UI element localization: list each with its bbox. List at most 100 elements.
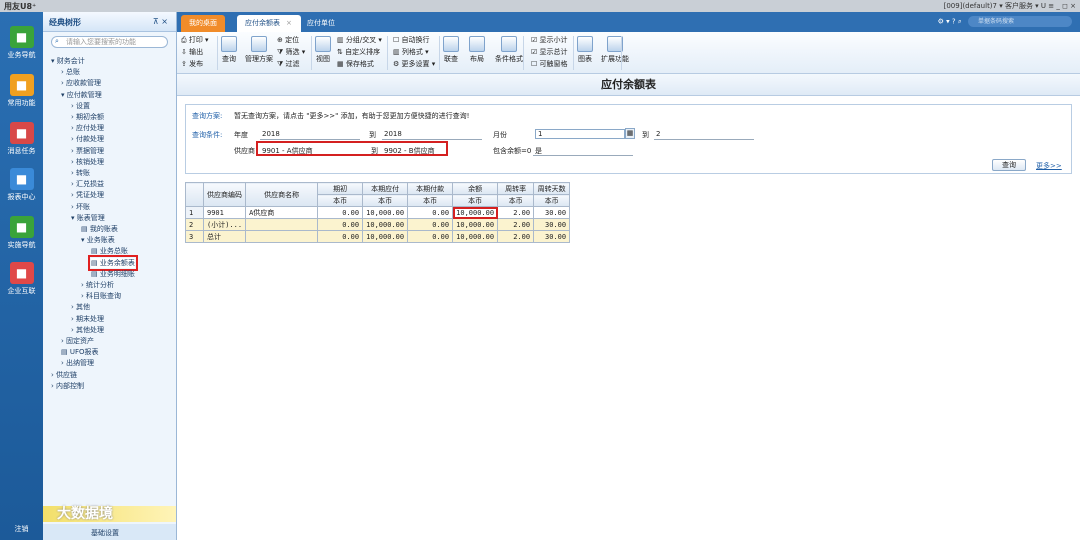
ribbon-small-button[interactable]: ▥ 列格式 ▾ [393,47,429,57]
ribbon-big-button[interactable]: 联查 [443,36,459,64]
more-link[interactable]: 更多>> [1036,161,1062,171]
cell-payable[interactable]: 10,000.00 [362,230,409,243]
nav-item[interactable]: ■ 常用功能 [3,74,40,108]
col-header-rate[interactable]: 周转率 [497,182,535,195]
ribbon-big-button[interactable]: 布局 [469,36,485,64]
cell-name[interactable] [245,230,319,243]
col-header-days[interactable]: 周转天数 [533,182,571,195]
nav-item[interactable]: ■ 企业互联 [3,262,40,296]
window-controls[interactable]: [009](default)7 ▾ 客户服务 ▾ U ≡ _ ◻ × [944,1,1076,11]
ribbon-big-button[interactable]: 图表 [577,36,593,64]
tree-node[interactable]: ▤ 业务总账 [91,246,128,256]
table-row[interactable]: 2 (小计)... 0.00 10,000.00 0.00 10,000.00 2.00 30… [185,218,571,231]
cell-balance[interactable]: 10,000.00 [452,230,499,243]
tree-node[interactable]: › 转账 [71,168,90,178]
ribbon-small-button[interactable]: ⊕ 定位 [277,35,299,45]
ribbon-small-button[interactable]: ⇪ 发布 [181,59,203,69]
cell-name[interactable]: A供应商 [245,206,319,219]
cell-paid[interactable]: 0.00 [407,218,454,231]
tree-node[interactable]: › 票据管理 [71,146,104,156]
tree-node[interactable]: ▤ 业务明细账 [91,269,135,279]
cell-days[interactable]: 30.00 [533,230,571,243]
tree-node[interactable]: › 期初余额 [71,112,104,122]
settings-icon[interactable]: ⚙ ▾ [938,18,950,26]
ribbon-big-button[interactable]: 条件格式 [495,36,523,64]
ribbon-small-button[interactable]: ⎙ 打印 ▾ [181,35,209,45]
ribbon-big-button[interactable]: 视图 [315,36,331,64]
tree-node[interactable]: › 凭证处理 [71,190,104,200]
tree-node[interactable]: › 供应链 [51,370,77,380]
tree-node[interactable]: › 应收款管理 [61,78,101,88]
tree-node[interactable]: › 内部控制 [51,381,84,391]
cell-begin[interactable]: 0.00 [317,230,364,243]
tree-node[interactable]: › 设置 [71,101,90,111]
cell-paid[interactable]: 0.00 [407,206,454,219]
ribbon-small-button[interactable]: ▦ 保存格式 [337,59,374,69]
cell-balance[interactable]: 10,000.00 [452,206,499,219]
col-header-paid[interactable]: 本期付款 [407,182,454,195]
cell-paid[interactable]: 0.00 [407,230,454,243]
col-header-name[interactable]: 供应商名称 [245,182,319,207]
tree-node[interactable]: › 其他处理 [71,325,104,335]
nav-item[interactable]: ■ 业务导航 [3,26,40,60]
tree-node[interactable]: ▾ 账表管理 [71,213,105,223]
cell-rate[interactable]: 2.00 [497,230,535,243]
nav-item[interactable]: ■ 实施导航 [3,216,40,250]
tree-search-input[interactable]: 请输入您要搜索的功能 [51,36,168,48]
cell-begin[interactable]: 0.00 [317,206,364,219]
col-header-begin[interactable]: 期初 [317,182,364,195]
supplier-to-field[interactable]: 9902 - B供应商 [384,146,435,156]
tab-active[interactable]: 应付余额表 × [237,15,301,32]
tree-node[interactable]: › 科目账查询 [81,291,121,301]
tree-node[interactable]: ▤ 业务余额表 [88,254,138,271]
tree-node[interactable]: ▾ 应付款管理 [61,90,102,100]
ribbon-small-button[interactable]: ⧩ 筛选 ▾ [277,47,305,57]
ribbon-small-button[interactable]: ⇩ 输出 [181,47,203,57]
ribbon-small-button[interactable]: ⇅ 自定义排序 [337,47,380,57]
cell-code[interactable]: (小计)... [202,218,247,231]
cell-begin[interactable]: 0.00 [317,218,364,231]
ribbon-small-button[interactable]: ☑ 显示小计 [531,35,568,45]
tree-node[interactable]: › 统计分析 [81,280,114,290]
ribbon-small-button[interactable]: ☑ 显示总计 [531,47,568,57]
tree-footer[interactable]: 基础设置 [43,524,176,540]
ribbon-small-button[interactable]: ☐ 自动换行 [393,35,430,45]
tree-node[interactable]: › 付款处理 [71,134,104,144]
tree-node[interactable]: › 其他 [71,302,90,312]
col-header-code[interactable]: 供应商编码 [202,182,247,207]
ribbon-big-button[interactable]: 扩展功能 [601,36,629,64]
ribbon-small-button[interactable]: ⚙ 更多设置 ▾ [393,59,435,69]
query-button[interactable]: 查询 [992,159,1026,171]
month-to-field[interactable]: 2 [656,130,660,138]
tree-node[interactable]: ▾ 业务账表 [81,235,115,245]
tree-pin-close[interactable]: ⊼ × [153,17,168,26]
year-to-field[interactable]: 2018 [384,130,402,138]
ribbon-small-button[interactable]: ▥ 分组/交叉 ▾ [337,35,382,45]
cell-payable[interactable]: 10,000.00 [362,218,409,231]
tab-home[interactable]: 我的桌面 [181,15,225,32]
barcode-search-input[interactable]: 单据条码搜索 [968,16,1072,27]
close-icon[interactable]: × [286,19,292,27]
ribbon-small-button[interactable]: ☐ 可触窗格 [531,59,568,69]
logout-button[interactable]: 注销 [3,524,40,534]
tree-node[interactable]: › 汇兑损益 [71,179,104,189]
ribbon-small-button[interactable]: ⧩ 过滤 [277,59,299,69]
cell-code[interactable]: 9901 [202,206,247,219]
col-header-payable[interactable]: 本期应付 [362,182,409,195]
tree-node[interactable]: › 期末处理 [71,314,104,324]
cell-balance[interactable]: 10,000.00 [452,218,499,231]
year-from-field[interactable]: 2018 [262,130,280,138]
tab-other[interactable]: 应付单位 [299,15,343,32]
tree-node[interactable]: › 核销处理 [71,157,104,167]
cell-rate[interactable]: 2.00 [497,218,535,231]
tree-node[interactable]: › 坏账 [71,202,90,212]
tree-node[interactable]: ▾ 财务会计 [51,56,85,66]
table-row[interactable]: 1 9901 A供应商 0.00 10,000.00 0.00 10,000.00 2.00 3… [185,206,571,219]
month-from-field[interactable]: 1 [535,129,625,139]
tree-node[interactable]: › 固定资产 [61,336,94,346]
help-icon[interactable]: ? [952,18,956,26]
col-header-balance[interactable]: 余额 [452,182,499,195]
table-row[interactable]: 3 总计 0.00 10,000.00 0.00 10,000.00 2.00 30.00 [185,230,571,243]
ribbon-big-button[interactable]: 查询 [221,36,237,64]
tree-node[interactable]: › 总账 [61,67,80,77]
